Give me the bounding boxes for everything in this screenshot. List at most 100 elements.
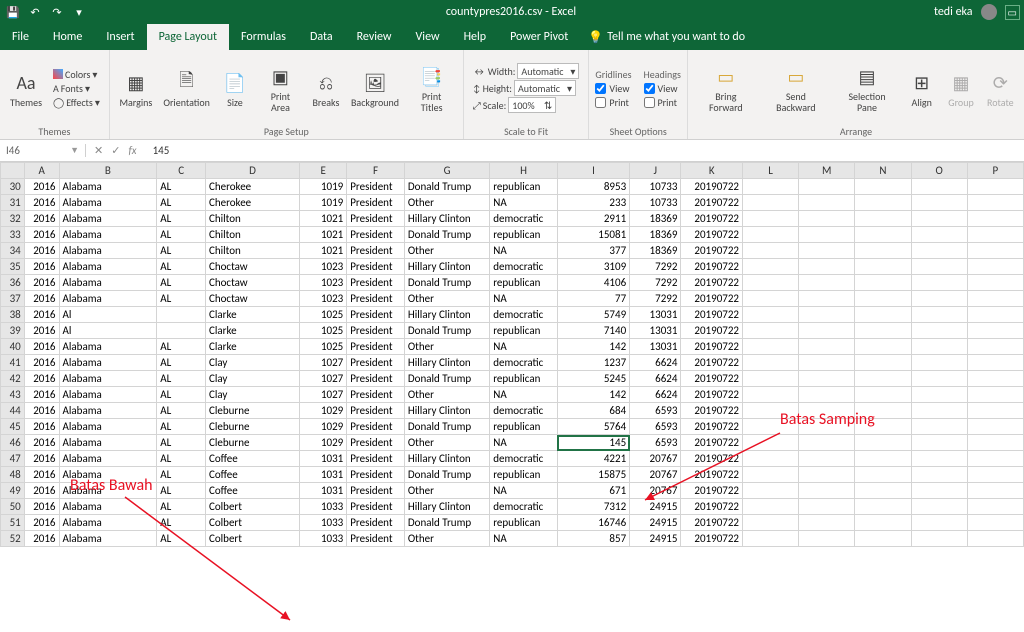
- cell[interactable]: AL: [157, 179, 206, 195]
- undo-icon[interactable]: ↶: [26, 6, 44, 19]
- cell[interactable]: [743, 387, 799, 403]
- row-header[interactable]: 35: [1, 259, 25, 275]
- cell[interactable]: [967, 323, 1023, 339]
- cell[interactable]: 20190722: [681, 243, 743, 259]
- cell[interactable]: 2016: [24, 531, 59, 547]
- column-header[interactable]: A: [24, 163, 59, 179]
- cell[interactable]: 2016: [24, 451, 59, 467]
- headings-print-checkbox[interactable]: Print: [644, 96, 681, 109]
- colors-button[interactable]: Colors ▾: [50, 68, 103, 81]
- cell[interactable]: [911, 275, 967, 291]
- cell[interactable]: [855, 291, 911, 307]
- cell[interactable]: Alabama: [59, 275, 157, 291]
- selection-pane-button[interactable]: ▤Selection Pane: [834, 61, 900, 115]
- cell[interactable]: President: [347, 195, 405, 211]
- row-header[interactable]: 37: [1, 291, 25, 307]
- cell[interactable]: 6593: [630, 403, 681, 419]
- redo-icon[interactable]: ↷: [48, 6, 66, 19]
- cell[interactable]: 2016: [24, 355, 59, 371]
- cell[interactable]: President: [347, 467, 405, 483]
- cell[interactable]: democratic: [490, 307, 558, 323]
- cell[interactable]: 20767: [630, 483, 681, 499]
- tab-view[interactable]: View: [404, 24, 452, 50]
- cell[interactable]: President: [347, 531, 405, 547]
- cell[interactable]: Alabama: [59, 451, 157, 467]
- cell[interactable]: [911, 515, 967, 531]
- cell[interactable]: Alabama: [59, 259, 157, 275]
- cell[interactable]: 10733: [630, 195, 681, 211]
- row-header[interactable]: 39: [1, 323, 25, 339]
- cell[interactable]: [743, 243, 799, 259]
- cell[interactable]: AL: [157, 355, 206, 371]
- cell[interactable]: [855, 387, 911, 403]
- cell[interactable]: [911, 435, 967, 451]
- row-header[interactable]: 44: [1, 403, 25, 419]
- cell[interactable]: 1033: [300, 515, 347, 531]
- cell[interactable]: Other: [404, 243, 489, 259]
- cell[interactable]: democratic: [490, 403, 558, 419]
- column-header[interactable]: P: [967, 163, 1023, 179]
- cell[interactable]: 2016: [24, 243, 59, 259]
- cell[interactable]: [799, 499, 855, 515]
- cell[interactable]: 2016: [24, 227, 59, 243]
- cell[interactable]: Alabama: [59, 403, 157, 419]
- cell[interactable]: Alabama: [59, 195, 157, 211]
- size-button[interactable]: 📄Size: [217, 67, 252, 110]
- cell[interactable]: NA: [490, 435, 558, 451]
- cell[interactable]: Al: [59, 307, 157, 323]
- column-header[interactable]: J: [630, 163, 681, 179]
- cell[interactable]: [855, 371, 911, 387]
- cell[interactable]: AL: [157, 259, 206, 275]
- fx-icon[interactable]: fx: [128, 144, 136, 157]
- cell[interactable]: [799, 259, 855, 275]
- tell-me-search[interactable]: 💡 Tell me what you want to do: [580, 24, 753, 50]
- cell[interactable]: 20190722: [681, 211, 743, 227]
- cell[interactable]: NA: [490, 387, 558, 403]
- cell[interactable]: Donald Trump: [404, 515, 489, 531]
- cell[interactable]: 1027: [300, 371, 347, 387]
- cell[interactable]: 1033: [300, 531, 347, 547]
- cell[interactable]: [855, 499, 911, 515]
- cell[interactable]: Hillary Clinton: [404, 355, 489, 371]
- cell[interactable]: 10733: [630, 179, 681, 195]
- cell[interactable]: AL: [157, 227, 206, 243]
- formula-bar[interactable]: 145: [145, 144, 170, 157]
- cell[interactable]: [911, 259, 967, 275]
- cell[interactable]: 18369: [630, 227, 681, 243]
- column-header[interactable]: F: [347, 163, 405, 179]
- cell[interactable]: [855, 435, 911, 451]
- cell[interactable]: President: [347, 387, 405, 403]
- cell[interactable]: [743, 435, 799, 451]
- cell[interactable]: 20767: [630, 451, 681, 467]
- cell[interactable]: Donald Trump: [404, 419, 489, 435]
- cell[interactable]: Alabama: [59, 179, 157, 195]
- column-header[interactable]: L: [743, 163, 799, 179]
- cell[interactable]: [799, 179, 855, 195]
- cell[interactable]: 20190722: [681, 259, 743, 275]
- cell[interactable]: Cherokee: [205, 179, 299, 195]
- cell[interactable]: 5764: [557, 419, 629, 435]
- cell[interactable]: [743, 259, 799, 275]
- cell[interactable]: President: [347, 483, 405, 499]
- cell[interactable]: Choctaw: [205, 291, 299, 307]
- cell[interactable]: AL: [157, 483, 206, 499]
- cell[interactable]: [855, 195, 911, 211]
- cell[interactable]: [799, 467, 855, 483]
- cell[interactable]: Alabama: [59, 483, 157, 499]
- cell[interactable]: [911, 179, 967, 195]
- cell[interactable]: republican: [490, 515, 558, 531]
- cell[interactable]: AL: [157, 451, 206, 467]
- cell[interactable]: [799, 483, 855, 499]
- headings-view-checkbox[interactable]: View: [644, 82, 681, 95]
- cell[interactable]: 1023: [300, 275, 347, 291]
- cell[interactable]: Alabama: [59, 371, 157, 387]
- cell[interactable]: AL: [157, 387, 206, 403]
- gridlines-print-checkbox[interactable]: Print: [595, 96, 631, 109]
- row-header[interactable]: 52: [1, 531, 25, 547]
- column-header[interactable]: H: [490, 163, 558, 179]
- cell[interactable]: [967, 435, 1023, 451]
- cell[interactable]: [967, 275, 1023, 291]
- cell[interactable]: 6593: [630, 435, 681, 451]
- cell[interactable]: 233: [557, 195, 629, 211]
- cell[interactable]: Alabama: [59, 419, 157, 435]
